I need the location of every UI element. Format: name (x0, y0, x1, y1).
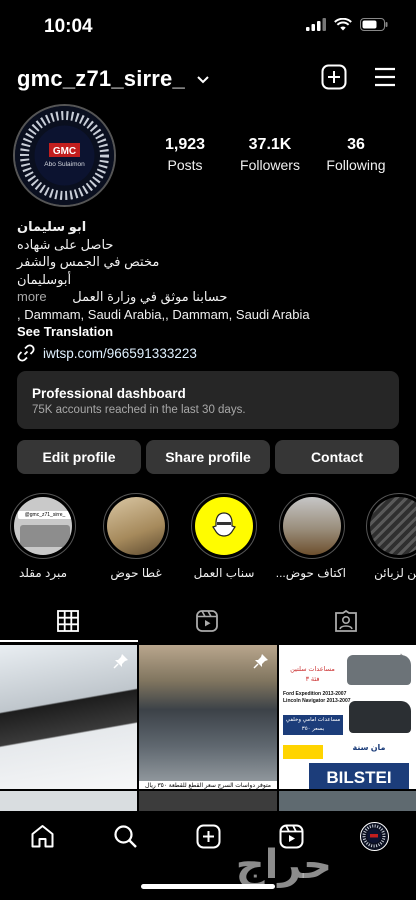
dashboard-subtitle: 75K accounts reached in the last 30 days… (32, 404, 246, 416)
grid-post[interactable] (0, 645, 137, 789)
nav-search[interactable] (113, 824, 138, 854)
bio-line: حاصل على شهاده (17, 236, 114, 252)
highlight-label: اكتاف حوض... (275, 566, 346, 580)
post-text-line: بسعر ٣٥٠ (301, 726, 325, 732)
bio-location: , Dammam, Saudi Arabia,, Dammam, Saudi A… (17, 306, 310, 322)
pin-icon (113, 654, 128, 669)
tagged-person-icon (335, 609, 357, 632)
bio-line: مختص في الجمس والشفر (17, 254, 160, 269)
watermark: حراج (235, 843, 332, 887)
highlight-item[interactable]: سناب العمل (190, 493, 258, 580)
active-tab-indicator (0, 640, 138, 642)
following-count: 36 (347, 136, 365, 153)
avatar-logo-icon: GMC Abo Sulaimon (15, 106, 114, 205)
post-caption: متوفر دواسات السرج سعر القطع للقطعة ٣٥٠ … (139, 781, 277, 789)
profile-bio: ابو سليمان حاصل على شهاده مختص في الجمس … (17, 218, 397, 341)
status-icons (306, 18, 388, 31)
profile-tabs (0, 600, 416, 644)
hamburger-menu-icon (375, 67, 395, 87)
tab-reels[interactable] (196, 610, 218, 637)
search-icon (114, 825, 137, 848)
profile-link[interactable]: iwtsp.com/966591333223 (17, 344, 197, 362)
highlight-label: غطا حوض (110, 566, 162, 580)
highlight-item[interactable]: حن لزبائن (365, 493, 416, 580)
tab-tagged[interactable] (335, 609, 357, 637)
following-label: Following (326, 157, 386, 173)
pin-icon (253, 654, 268, 669)
snapchat-ghost-icon (212, 512, 236, 537)
link-icon (17, 344, 35, 362)
highlight-label: حن لزبائن (374, 566, 416, 580)
stat-posts[interactable]: 1,923 Posts (140, 136, 230, 173)
nav-create[interactable] (196, 824, 221, 854)
post-text: BILSTEI (309, 763, 409, 789)
profile-header: gmc_z71_sirre_ (0, 56, 416, 100)
plus-square-icon (196, 824, 221, 849)
bio-line: حسابنا موثق في وزارة العمل (72, 289, 228, 304)
bottom-nav (0, 811, 416, 863)
nav-home[interactable] (30, 824, 55, 854)
bio-more-link[interactable]: more (17, 289, 47, 304)
posts-label: Posts (167, 157, 203, 173)
status-bar: 10:04 (0, 0, 416, 54)
profile-name: ابو سليمان (17, 219, 87, 234)
chevron-down-icon (197, 76, 209, 84)
home-icon (31, 825, 54, 848)
professional-dashboard[interactable]: Professional dashboard 75K accounts reac… (17, 371, 399, 429)
share-profile-button[interactable]: Share profile (146, 440, 270, 474)
profile-avatar[interactable]: GMC Abo Sulaimon (13, 104, 116, 207)
posts-count: 1,923 (164, 136, 206, 153)
highlight-thumb-text: @gmc_z71_sirre_ (18, 511, 72, 519)
highlight-label: مبرد مقلد (18, 566, 68, 580)
highlight-item[interactable]: اكتاف حوض... (275, 493, 346, 580)
grid-post[interactable]: متوفر دواسات السرج سعر القطع للقطعة ٣٥٠ … (139, 645, 277, 789)
stat-following[interactable]: 36 Following (311, 136, 401, 173)
plus-square-icon (321, 64, 347, 90)
dashboard-title: Professional dashboard (32, 386, 186, 401)
status-time: 10:04 (44, 16, 93, 37)
post-text: مساعدات امامي وخلفي بسعر ٣٥٠ (283, 715, 343, 735)
reels-icon (196, 610, 218, 632)
grid-icon (57, 610, 79, 632)
see-translation-link[interactable]: See Translation (17, 323, 397, 341)
grid-post[interactable] (279, 791, 416, 811)
followers-count: 37.1K (248, 136, 292, 153)
username: gmc_z71_sirre_ (17, 66, 185, 91)
bio-more-row: more حسابنا موثق في وزارة العمل (17, 288, 397, 306)
create-new-button[interactable] (321, 64, 349, 92)
cellular-signal-icon (306, 18, 326, 31)
edit-profile-button[interactable]: Edit profile (17, 440, 141, 474)
link-text: iwtsp.com/966591333223 (43, 345, 197, 361)
highlight-thumbnail (283, 497, 341, 555)
tab-posts-grid[interactable] (57, 610, 79, 637)
avatar-text-bottom: Abo Sulaimon (44, 161, 85, 168)
grid-post[interactable] (139, 791, 277, 811)
stat-followers[interactable]: 37.1K Followers (225, 136, 315, 173)
highlight-label: سناب العمل (193, 566, 255, 580)
battery-icon (360, 18, 388, 31)
post-text: مساعدات سلتين (290, 666, 335, 673)
bio-line: أبوسليمان (17, 271, 72, 287)
post-text: فئة ٣ (305, 676, 320, 683)
avatar-text-top: GMC (53, 146, 76, 157)
contact-button[interactable]: Contact (275, 440, 399, 474)
post-text-line: مساعدات امامي وخلفي (285, 717, 341, 723)
followers-label: Followers (240, 157, 300, 173)
highlight-thumbnail (195, 497, 253, 555)
highlight-item[interactable]: غطا حوض (102, 493, 170, 580)
menu-button[interactable] (372, 64, 400, 92)
highlight-thumbnail: @gmc_z71_sirre_ (14, 497, 72, 555)
highlight-thumbnail (107, 497, 165, 555)
post-text: مان سنة (352, 743, 386, 752)
post-text: Ford Expedition 2013-2007 (283, 691, 347, 697)
home-indicator (141, 884, 275, 889)
wifi-icon (334, 18, 352, 31)
nav-profile[interactable] (360, 822, 389, 851)
profile-avatar-icon (362, 824, 386, 848)
grid-post[interactable]: مساعدات سلتين فئة ٣ Ford Expedition 2013… (279, 645, 416, 789)
account-switcher[interactable]: gmc_z71_sirre_ (17, 66, 209, 92)
grid-post[interactable] (0, 791, 137, 811)
highlight-item[interactable]: @gmc_z71_sirre_ مبرد مقلد (9, 493, 77, 580)
highlight-thumbnail (370, 497, 416, 555)
